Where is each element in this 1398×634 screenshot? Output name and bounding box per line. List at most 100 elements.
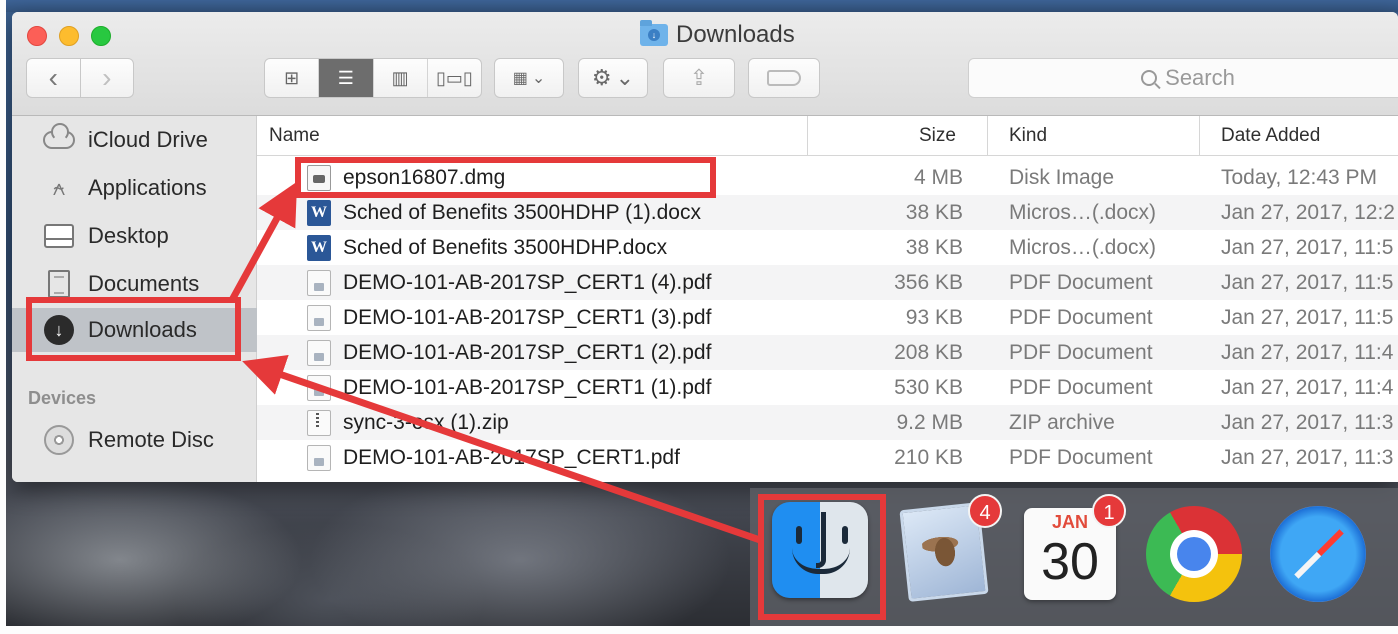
column-divider[interactable] xyxy=(807,116,808,156)
icon-view-icon: ⊞ xyxy=(284,67,300,88)
desktop-top-strip xyxy=(0,0,1398,12)
sidebar-item-remote-disc[interactable]: Remote Disc xyxy=(12,418,257,462)
devices-heading: Devices xyxy=(28,388,97,408)
minimize-window-button[interactable] xyxy=(59,26,79,46)
sidebar-item-icloud-drive[interactable]: iCloud Drive xyxy=(12,118,257,162)
file-date-added: Jan 27, 2017, 11:5 xyxy=(1221,236,1394,259)
list-view-icon: ☰ xyxy=(337,67,354,88)
downloads-folder-icon: ↓ xyxy=(640,20,668,46)
file-date-added: Jan 27, 2017, 11:3 xyxy=(1221,411,1394,434)
calendar-day: 30 xyxy=(1041,533,1099,591)
title-bar: ↓ Downloads ‹ › ⊞ ☰ ▥ ▯▭▯ ▦ ⌄ ⚙ ⌄ ⇪ Search xyxy=(12,12,1398,116)
column-view-button[interactable]: ▥ xyxy=(372,59,427,97)
disc-icon xyxy=(42,425,76,455)
file-row[interactable]: DEMO-101-AB-2017SP_CERT1.pdf 210 KB PDF … xyxy=(257,440,1398,475)
back-button[interactable]: ‹ xyxy=(27,59,80,97)
file-row[interactable]: DEMO-101-AB-2017SP_CERT1 (4).pdf 356 KB … xyxy=(257,265,1398,300)
cover-flow-view-button[interactable]: ▯▭▯ xyxy=(426,59,481,97)
highlight-downloaded-file xyxy=(295,157,716,198)
file-row[interactable]: W Sched of Benefits 3500HDHP.docx 38 KB … xyxy=(257,230,1398,265)
share-button[interactable]: ⇪ xyxy=(663,58,735,98)
chevron-down-icon: ⌄ xyxy=(615,65,635,90)
file-size: 210 KB xyxy=(894,446,963,469)
forward-button[interactable]: › xyxy=(79,59,134,97)
pdf-icon xyxy=(307,270,331,296)
search-field[interactable]: Search xyxy=(968,58,1398,98)
file-size: 38 KB xyxy=(905,201,963,224)
cloud-icon xyxy=(42,123,76,155)
desktop-icon xyxy=(42,221,76,251)
pdf-icon xyxy=(307,340,331,366)
tag-button[interactable] xyxy=(748,58,820,98)
file-row[interactable]: sync-3-osx (1).zip 9.2 MB ZIP archive Ja… xyxy=(257,405,1398,440)
file-size: 356 KB xyxy=(894,271,963,294)
gear-icon: ⚙ xyxy=(591,65,612,90)
finder-window: ↓ Downloads ‹ › ⊞ ☰ ▥ ▯▭▯ ▦ ⌄ ⚙ ⌄ ⇪ Search xyxy=(12,12,1398,482)
chevron-right-icon: › xyxy=(102,62,112,93)
file-row[interactable]: W Sched of Benefits 3500HDHP (1).docx 38… xyxy=(257,195,1398,230)
documents-icon xyxy=(42,269,76,299)
search-placeholder: Search xyxy=(1165,65,1235,90)
file-size: 9.2 MB xyxy=(896,411,963,434)
list-view-button[interactable]: ☰ xyxy=(318,59,373,97)
image-border xyxy=(0,0,6,634)
close-window-button[interactable] xyxy=(27,26,47,46)
file-name: DEMO-101-AB-2017SP_CERT1 (2).pdf xyxy=(343,341,712,364)
pdf-icon xyxy=(307,445,331,471)
chrome-icon xyxy=(1146,506,1242,602)
column-header-name[interactable]: Name xyxy=(269,116,320,156)
sidebar-item-desktop[interactable]: Desktop xyxy=(12,214,257,258)
sidebar-item-label: iCloud Drive xyxy=(88,127,208,152)
grid-icon: ▦ xyxy=(512,70,528,87)
file-kind: PDF Document xyxy=(1009,271,1153,294)
column-header-date-added[interactable]: Date Added xyxy=(1221,116,1320,156)
zoom-window-button[interactable] xyxy=(91,26,111,46)
file-row[interactable]: DEMO-101-AB-2017SP_CERT1 (2).pdf 208 KB … xyxy=(257,335,1398,370)
dock-calendar[interactable]: JAN 30 1 xyxy=(1018,494,1126,606)
pdf-icon xyxy=(307,305,331,331)
dock-mail[interactable]: 4 xyxy=(896,494,1002,606)
chevron-left-icon: ‹ xyxy=(48,62,58,93)
file-name: sync-3-osx (1).zip xyxy=(343,411,509,434)
file-kind: PDF Document xyxy=(1009,376,1153,399)
image-border xyxy=(0,626,1398,634)
icon-view-button[interactable]: ⊞ xyxy=(265,59,318,97)
window-title: ↓ Downloads xyxy=(640,20,795,50)
file-size: 38 KB xyxy=(905,236,963,259)
sidebar-item-label: Applications xyxy=(88,175,207,200)
column-view-icon: ▥ xyxy=(391,67,409,88)
file-date-added: Jan 27, 2017, 11:5 xyxy=(1221,271,1394,294)
file-name: DEMO-101-AB-2017SP_CERT1 (3).pdf xyxy=(343,306,712,329)
share-icon: ⇪ xyxy=(689,65,709,90)
file-row[interactable]: DEMO-101-AB-2017SP_CERT1 (3).pdf 93 KB P… xyxy=(257,300,1398,335)
file-name: DEMO-101-AB-2017SP_CERT1.pdf xyxy=(343,446,680,469)
dock-chrome[interactable] xyxy=(1142,502,1246,606)
file-kind: Disk Image xyxy=(1009,166,1115,189)
sidebar-item-label: Remote Disc xyxy=(88,427,214,452)
action-button[interactable]: ⚙ ⌄ xyxy=(578,58,648,98)
arrange-button[interactable]: ▦ ⌄ xyxy=(494,58,564,98)
file-kind: Micros…(.docx) xyxy=(1009,236,1157,259)
dock-safari[interactable] xyxy=(1266,502,1370,606)
highlight-finder-dock-icon xyxy=(758,494,886,620)
file-name: DEMO-101-AB-2017SP_CERT1 (1).pdf xyxy=(343,376,712,399)
word-document-icon: W xyxy=(307,200,331,226)
column-header-size[interactable]: Size xyxy=(919,116,956,156)
column-header-kind[interactable]: Kind xyxy=(1009,116,1047,156)
file-kind: PDF Document xyxy=(1009,341,1153,364)
file-name: Sched of Benefits 3500HDHP (1).docx xyxy=(343,201,701,224)
column-divider[interactable] xyxy=(987,116,988,156)
file-date-added: Jan 27, 2017, 12:2 xyxy=(1221,201,1395,224)
column-divider[interactable] xyxy=(1199,116,1200,156)
pdf-icon xyxy=(307,375,331,401)
sidebar-item-applications[interactable]: ⍲ Applications xyxy=(12,166,257,210)
column-header: Name Size Kind Date Added xyxy=(257,116,1398,156)
search-icon xyxy=(1141,70,1158,86)
file-kind: PDF Document xyxy=(1009,446,1153,469)
view-mode-control: ⊞ ☰ ▥ ▯▭▯ xyxy=(264,58,482,98)
file-row[interactable]: DEMO-101-AB-2017SP_CERT1 (1).pdf 530 KB … xyxy=(257,370,1398,405)
file-size: 93 KB xyxy=(905,306,963,329)
file-size: 530 KB xyxy=(894,376,963,399)
calendar-badge: 1 xyxy=(1092,494,1126,528)
word-document-icon: W xyxy=(307,235,331,261)
